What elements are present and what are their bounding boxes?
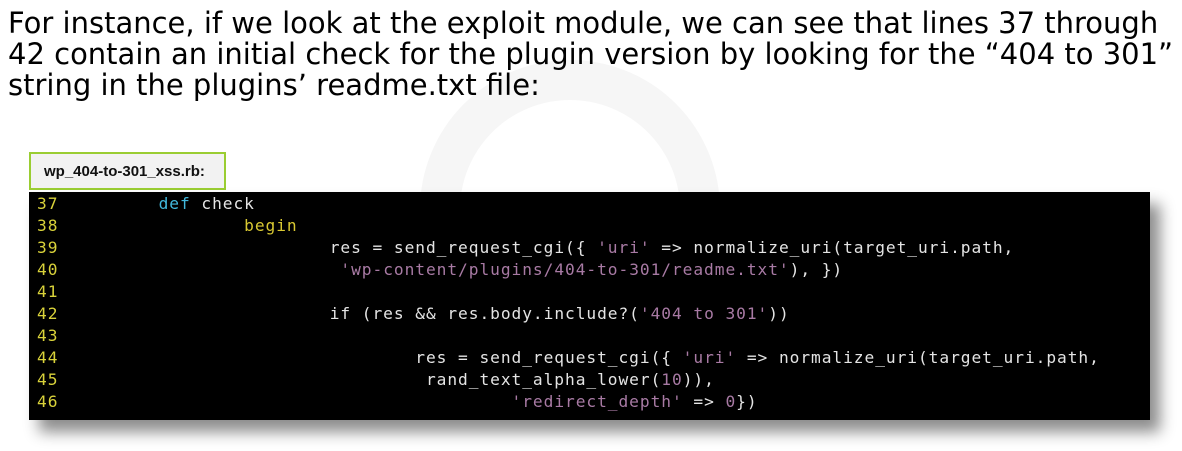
code-token: check xyxy=(190,194,255,213)
line-number: 39 xyxy=(37,238,59,257)
line-number: 42 xyxy=(37,304,59,323)
code-token-str: '404 to 301' xyxy=(639,304,769,323)
code-token-num: 10 xyxy=(661,370,683,389)
code-line: 39 res = send_request_cgi({ 'uri' => nor… xyxy=(29,237,1150,259)
code-line: 41 xyxy=(29,281,1150,303)
code-text: begin xyxy=(73,215,298,237)
code-text: if (res && res.body.include?('404 to 301… xyxy=(73,303,790,325)
code-token-kw: def xyxy=(158,194,191,213)
code-token: => xyxy=(682,392,726,411)
code-line: 40 'wp-content/plugins/404-to-301/readme… xyxy=(29,259,1150,281)
line-number: 44 xyxy=(37,348,59,367)
line-number: 40 xyxy=(37,260,59,279)
code-text: res = send_request_cgi({ 'uri' => normal… xyxy=(73,237,1014,259)
code-token: )) xyxy=(768,304,790,323)
code-token: )), xyxy=(682,370,715,389)
code-line: 44 res = send_request_cgi({ 'uri' => nor… xyxy=(29,347,1150,369)
code-text: def check xyxy=(73,193,255,215)
file-name-label: wp_404-to-301_xss.rb: xyxy=(29,152,226,190)
line-number: 43 xyxy=(37,326,59,345)
code-token-num: 0 xyxy=(725,392,737,411)
code-token-kw2: begin xyxy=(244,216,298,235)
code-token: }) xyxy=(736,392,758,411)
intro-paragraph: For instance, if we look at the exploit … xyxy=(8,6,1174,102)
code-token: res = send_request_cgi({ xyxy=(73,348,683,367)
code-line: 42 if (res && res.body.include?('404 to … xyxy=(29,303,1150,325)
code-token: ), }) xyxy=(789,260,844,279)
code-text: 'redirect_depth' => 0}) xyxy=(73,391,758,413)
code-token-str: 'uri' xyxy=(682,348,737,367)
line-number: 38 xyxy=(37,216,59,235)
code-token: if (res && res.body.include?( xyxy=(73,304,640,323)
code-line: 43 xyxy=(29,325,1150,347)
code-token-str: 'uri' xyxy=(597,238,651,257)
line-number: 45 xyxy=(37,370,59,389)
code-text: rand_text_alpha_lower(10)), xyxy=(73,369,715,391)
line-number: 37 xyxy=(37,194,59,213)
line-number: 46 xyxy=(37,392,59,411)
code-token: rand_text_alpha_lower( xyxy=(73,370,662,389)
code-token-str: 'wp-content/plugins/404-to-301/readme.tx… xyxy=(340,260,790,279)
code-text: 'wp-content/plugins/404-to-301/readme.tx… xyxy=(73,259,843,281)
code-line: 46 'redirect_depth' => 0}) xyxy=(29,391,1150,413)
code-block: 37 def check 38 begin 39 res = send_reques… xyxy=(29,192,1150,420)
code-token: => normalize_uri(target_uri.path, xyxy=(736,348,1100,367)
code-line: 38 begin xyxy=(29,215,1150,237)
code-token: => normalize_uri(target_uri.path, xyxy=(650,238,1015,257)
code-token: res = send_request_cgi({ xyxy=(73,238,598,257)
code-token-str: 'redirect_depth' xyxy=(511,392,683,411)
code-line: 37 def check xyxy=(29,193,1150,215)
line-number: 41 xyxy=(37,282,59,301)
code-text: res = send_request_cgi({ 'uri' => normal… xyxy=(73,347,1100,369)
code-line: 45 rand_text_alpha_lower(10)), xyxy=(29,369,1150,391)
